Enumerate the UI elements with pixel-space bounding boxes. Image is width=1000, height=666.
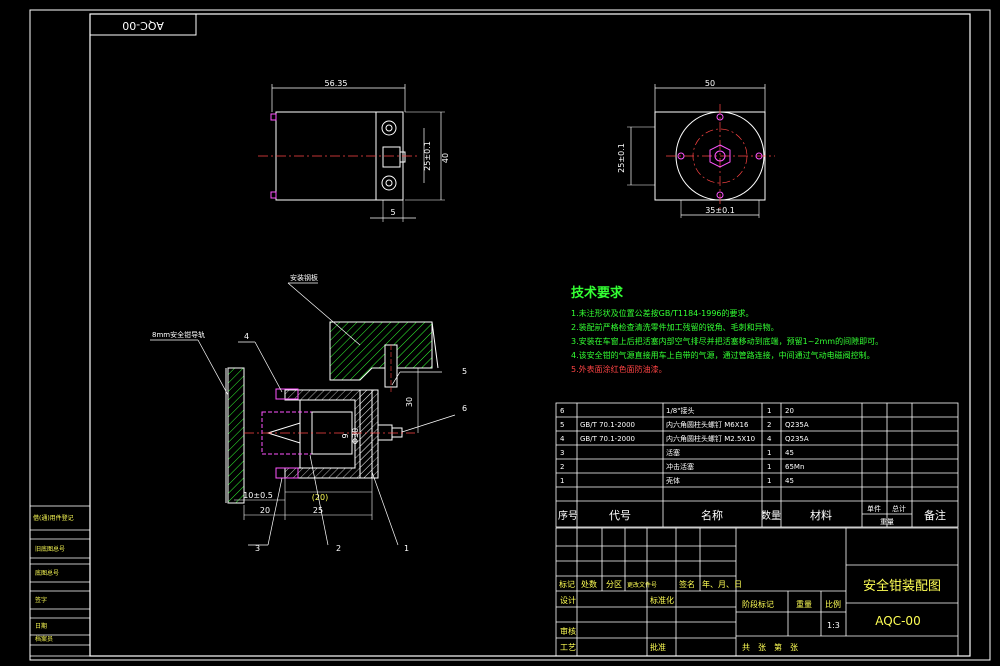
tb-sheets: 共 张 第 张	[742, 642, 798, 652]
side-box-r6: 档案员	[35, 635, 53, 643]
side-box-r5: 日期	[35, 622, 47, 630]
bom-name: 冲击活塞	[666, 462, 694, 471]
callout-5: 5	[462, 367, 467, 376]
corner-code: AQC-00	[122, 19, 164, 32]
tech-heading: 技术要求	[571, 285, 624, 301]
callout-2: 2	[336, 544, 341, 553]
cad-drawing: AQC-00 56.35 40 25±0.1 5 50 25±0.1 35±0.…	[29, 9, 991, 661]
dim-sec-h30: 30	[405, 397, 414, 407]
tb-mark: 标记	[559, 579, 575, 589]
tech-line-2: 2.装配前严格检查清洗零件加工残留的锐角、毛刺和异物。	[571, 322, 779, 332]
dim-side-bottom: 5	[390, 208, 395, 217]
bom-name: 内六角圆柱头螺钉 M6X16	[666, 420, 749, 429]
bom-no: 5	[560, 421, 564, 429]
tech-line-5: 5.外表面涂红色面防油漆。	[571, 364, 667, 374]
tb-design: 设计	[560, 595, 576, 605]
bom-name: 壳体	[666, 476, 680, 485]
side-box-r1: 借(通)用件登记	[33, 514, 74, 522]
bom-mat: 20	[785, 407, 794, 415]
side-box-r3: 底图总号	[35, 569, 59, 577]
bom-mat: Q235A	[785, 435, 809, 443]
dim-sec-20b: (20)	[312, 493, 328, 502]
bom-mat: 45	[785, 477, 794, 485]
tb-scale: 1:3	[827, 621, 840, 630]
side-box	[29, 505, 91, 657]
bom-rows: 6 1/8"接头 1 20 5 GB/T 70.1-2000 内六角圆柱头螺钉 …	[558, 406, 946, 526]
tb-stage: 阶段标记	[742, 599, 774, 609]
bom-header-remark: 备注	[924, 508, 946, 522]
title-block-text: 标记 处数 分区 更改文件号 签名 年、月、日 设计 标准化 阶段标记 重量 比…	[559, 578, 941, 652]
bom-no: 3	[560, 449, 564, 457]
side-box-r4: 签字	[35, 596, 47, 604]
tb-process: 工艺	[560, 643, 576, 652]
drawing-title: 安全钳装配图	[863, 578, 941, 594]
side-view: 56.35 40 25±0.1 5	[258, 79, 450, 222]
side-box-text: 借(通)用件登记 旧底图总号 底图总号 签字 日期 档案员	[33, 514, 74, 643]
bom-header-single: 单件	[867, 504, 881, 513]
bom-header-no: 序号	[558, 509, 578, 522]
tech-line-4: 4.该安全钳的气源直接用车上自带的气源，通过管路连接，中间通过气动电磁阀控制。	[571, 350, 875, 360]
bom-no: 4	[560, 435, 565, 443]
label-mount-plate: 安装钢板	[290, 273, 318, 282]
bom-qty: 2	[767, 421, 771, 429]
callout-6: 6	[462, 404, 467, 413]
dim-side-width: 56.35	[325, 79, 348, 88]
section-view: 30 Φ30 9 10±0.5 (20) 20 2 5 8mm安全钳导轨 安装钢板…	[150, 273, 467, 553]
bom-mat: 45	[785, 449, 794, 457]
tech-line-1: 1.未注形状及位置公差按GB/T1184-1996的要求。	[571, 308, 754, 318]
bom-header-mat: 材料	[810, 508, 832, 522]
bom-mat: 65Mn	[785, 463, 804, 471]
drawing-number: AQC-00	[875, 614, 920, 628]
bom-header-total: 总计	[892, 504, 906, 513]
callout-3: 3	[255, 544, 260, 553]
bom-header-code: 代号	[609, 509, 631, 522]
bom-qty: 1	[767, 407, 771, 415]
tb-scale-label: 比例	[825, 599, 841, 609]
bom-header-name: 名称	[701, 508, 723, 522]
bom-qty: 4	[767, 435, 772, 443]
bom-code: GB/T 70.1-2000	[580, 435, 635, 443]
callout-1: 1	[404, 544, 409, 553]
front-view: 50 25±0.1 35±0.1	[617, 79, 775, 218]
dim-front-height: 25±0.1	[617, 143, 626, 173]
tb-sign: 签名	[679, 579, 695, 589]
tech-requirements: 技术要求 1.未注形状及位置公差按GB/T1184-1996的要求。 2.装配前…	[571, 285, 883, 374]
dim-front-bottom: 35±0.1	[705, 206, 735, 215]
tb-approve: 批准	[650, 642, 666, 652]
dim-side-height: 40	[441, 153, 450, 163]
bom-name: 内六角圆柱头螺钉 M2.5X10	[666, 434, 755, 443]
bom-no: 2	[560, 463, 564, 471]
bom-name: 1/8"接头	[666, 406, 695, 415]
tb-zone: 分区	[606, 580, 622, 589]
dim-front-width: 50	[705, 79, 715, 88]
tb-standard: 标准化	[650, 595, 674, 605]
dim-side-inner: 25±0.1	[423, 141, 432, 171]
dim-sec-20a: 20	[260, 506, 270, 515]
bom-no: 6	[560, 407, 565, 415]
bom-qty: 1	[767, 463, 771, 471]
bom-qty: 1	[767, 477, 771, 485]
dim-sec-phi: Φ30	[351, 428, 360, 444]
tb-docno: 更改文件号	[627, 581, 657, 589]
tb-review: 审核	[560, 626, 576, 636]
tech-line-3: 3.安装在车窗上后把活塞内部空气排尽并把活塞移动到底端，预留1~2mm的间隙即可…	[571, 336, 883, 346]
bom-header-weight: 重量	[880, 518, 894, 526]
tb-weight: 重量	[796, 599, 812, 609]
dim-sec-h9: 9	[341, 433, 350, 438]
bom-code: GB/T 70.1-2000	[580, 421, 635, 429]
callout-4: 4	[244, 332, 249, 341]
bom-name: 活塞	[666, 448, 680, 457]
side-box-r2: 旧底图总号	[35, 545, 65, 553]
bom-qty: 1	[767, 449, 771, 457]
bom-header-qty: 数量	[761, 509, 781, 522]
tb-count: 处数	[581, 579, 597, 589]
bom-no: 1	[560, 477, 564, 485]
tb-date: 年、月、日	[702, 579, 742, 589]
label-guide-rail: 8mm安全钳导轨	[152, 330, 205, 339]
sheet-border-inner	[89, 13, 971, 657]
bom-mat: Q235A	[785, 421, 809, 429]
dim-sec-tol: 10±0.5	[243, 491, 273, 500]
